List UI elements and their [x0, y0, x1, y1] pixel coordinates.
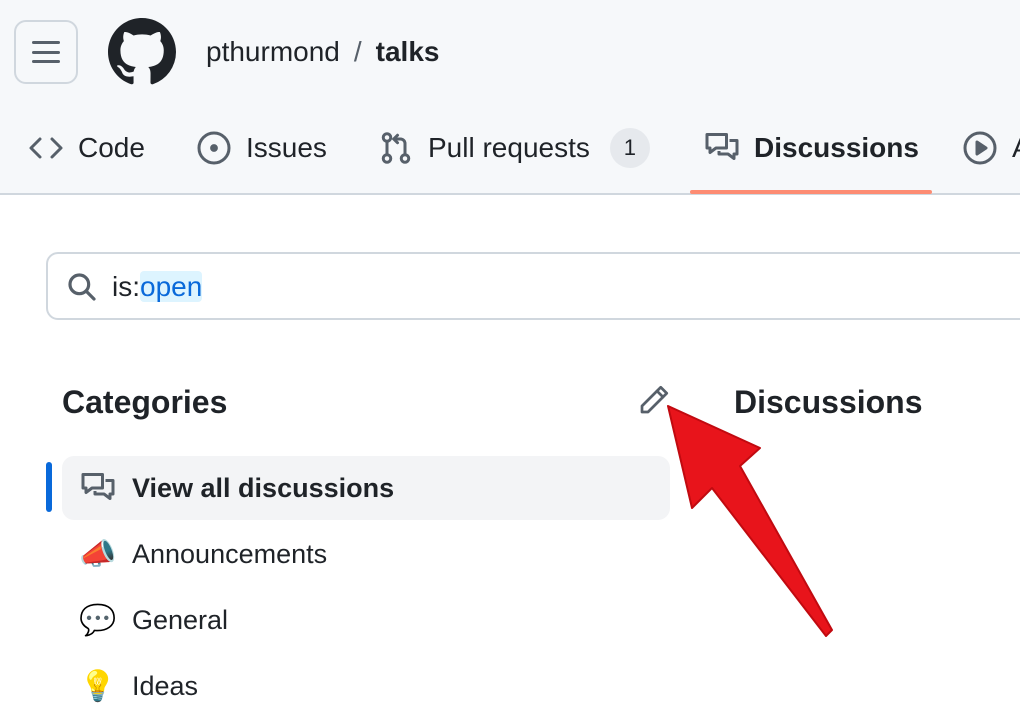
breadcrumb-separator: /: [353, 36, 362, 67]
comment-discussion-icon: [78, 468, 118, 508]
megaphone-icon: 📣: [79, 537, 117, 571]
code-icon: [29, 137, 63, 159]
pull-requests-counter: 1: [609, 128, 650, 168]
category-label: General: [132, 604, 229, 635]
category-label: Ideas: [132, 670, 199, 701]
tab-issues[interactable]: Issues: [196, 118, 327, 194]
search-icon: [68, 273, 96, 301]
tab-code-label: Code: [78, 132, 145, 163]
repo-owner-link[interactable]: pthurmond: [206, 36, 340, 67]
categories-heading: Categories: [62, 384, 228, 420]
tab-actions[interactable]: A: [962, 118, 1020, 194]
search-qualifier-value: open: [140, 271, 203, 302]
light-bulb-icon: 💡: [79, 669, 117, 703]
category-label: View all discussions: [132, 472, 395, 503]
hamburger-menu-button[interactable]: [14, 20, 78, 84]
tab-pull-requests-label: Pull requests: [428, 132, 590, 163]
repo-name-link[interactable]: talks: [376, 36, 440, 67]
tab-discussions[interactable]: Discussions: [704, 118, 919, 194]
git-pull-request-icon: [381, 132, 411, 164]
search-query: is:open: [112, 267, 203, 307]
active-tab-indicator: [690, 190, 932, 194]
github-logo-icon[interactable]: [108, 18, 176, 86]
category-item-view-all[interactable]: View all discussions: [46, 456, 670, 520]
breadcrumb: pthurmond / talks: [206, 32, 439, 72]
category-item-announcements[interactable]: 📣 Announcements: [46, 522, 672, 586]
hamburger-icon: [32, 41, 60, 63]
category-item-ideas[interactable]: 💡 Ideas: [46, 654, 672, 714]
category-item-general[interactable]: 💬 General: [46, 588, 672, 652]
discussion-search-input[interactable]: is:open: [46, 252, 1020, 320]
tab-code[interactable]: Code: [28, 118, 145, 194]
tab-issues-label: Issues: [246, 132, 327, 163]
speech-balloon-icon: 💬: [79, 603, 117, 637]
repo-tabs: Code Issues Pull requests 1 Discussions …: [0, 118, 1020, 194]
tab-actions-label: A: [1012, 128, 1020, 168]
search-qualifier: is:: [112, 271, 140, 302]
category-label: Announcements: [132, 538, 328, 569]
tab-discussions-label: Discussions: [754, 132, 919, 163]
comment-discussion-icon: [705, 133, 739, 160]
tab-pull-requests[interactable]: Pull requests 1: [378, 118, 650, 194]
repo-header: pthurmond / talks Code Issues Pull request…: [0, 0, 1020, 195]
annotation-arrow-icon: [667, 405, 833, 637]
issue-opened-icon: [197, 131, 231, 165]
selected-marker: [46, 462, 52, 512]
play-icon: [963, 131, 997, 165]
